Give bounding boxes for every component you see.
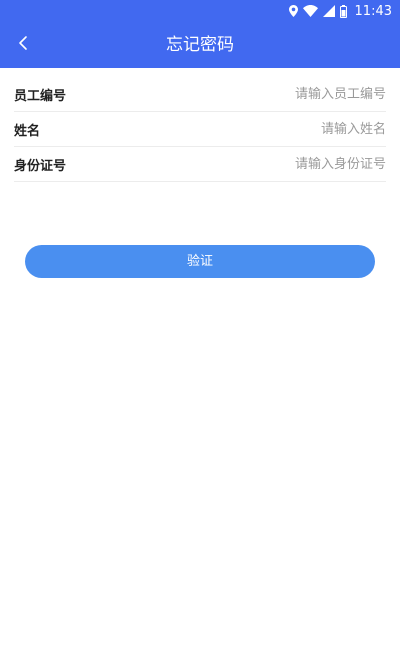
employee-id-input[interactable] bbox=[124, 79, 386, 109]
id-card-row: 身份证号 bbox=[14, 147, 386, 182]
status-bar: 11:43 bbox=[0, 0, 400, 22]
name-row: 姓名 bbox=[14, 112, 386, 147]
employee-id-label: 员工编号 bbox=[14, 88, 67, 104]
status-time: 11:43 bbox=[354, 3, 392, 19]
app-bar: 忘记密码 bbox=[0, 22, 400, 68]
status-icons: 11:43 bbox=[288, 0, 392, 22]
location-icon bbox=[288, 5, 298, 17]
employee-id-row: 员工编号 bbox=[14, 77, 386, 112]
name-input[interactable] bbox=[124, 114, 386, 144]
page-title: 忘记密码 bbox=[166, 35, 234, 55]
name-label: 姓名 bbox=[14, 123, 41, 139]
battery-icon bbox=[339, 4, 347, 18]
verify-button[interactable]: 验证 bbox=[25, 245, 375, 278]
signal-icon bbox=[322, 5, 335, 17]
wifi-icon bbox=[302, 5, 318, 17]
forgot-password-form: 员工编号 姓名 身份证号 bbox=[0, 77, 400, 182]
chevron-left-icon bbox=[17, 35, 29, 55]
back-button[interactable] bbox=[8, 30, 38, 60]
id-card-input[interactable] bbox=[124, 149, 386, 179]
id-card-label: 身份证号 bbox=[14, 158, 67, 174]
